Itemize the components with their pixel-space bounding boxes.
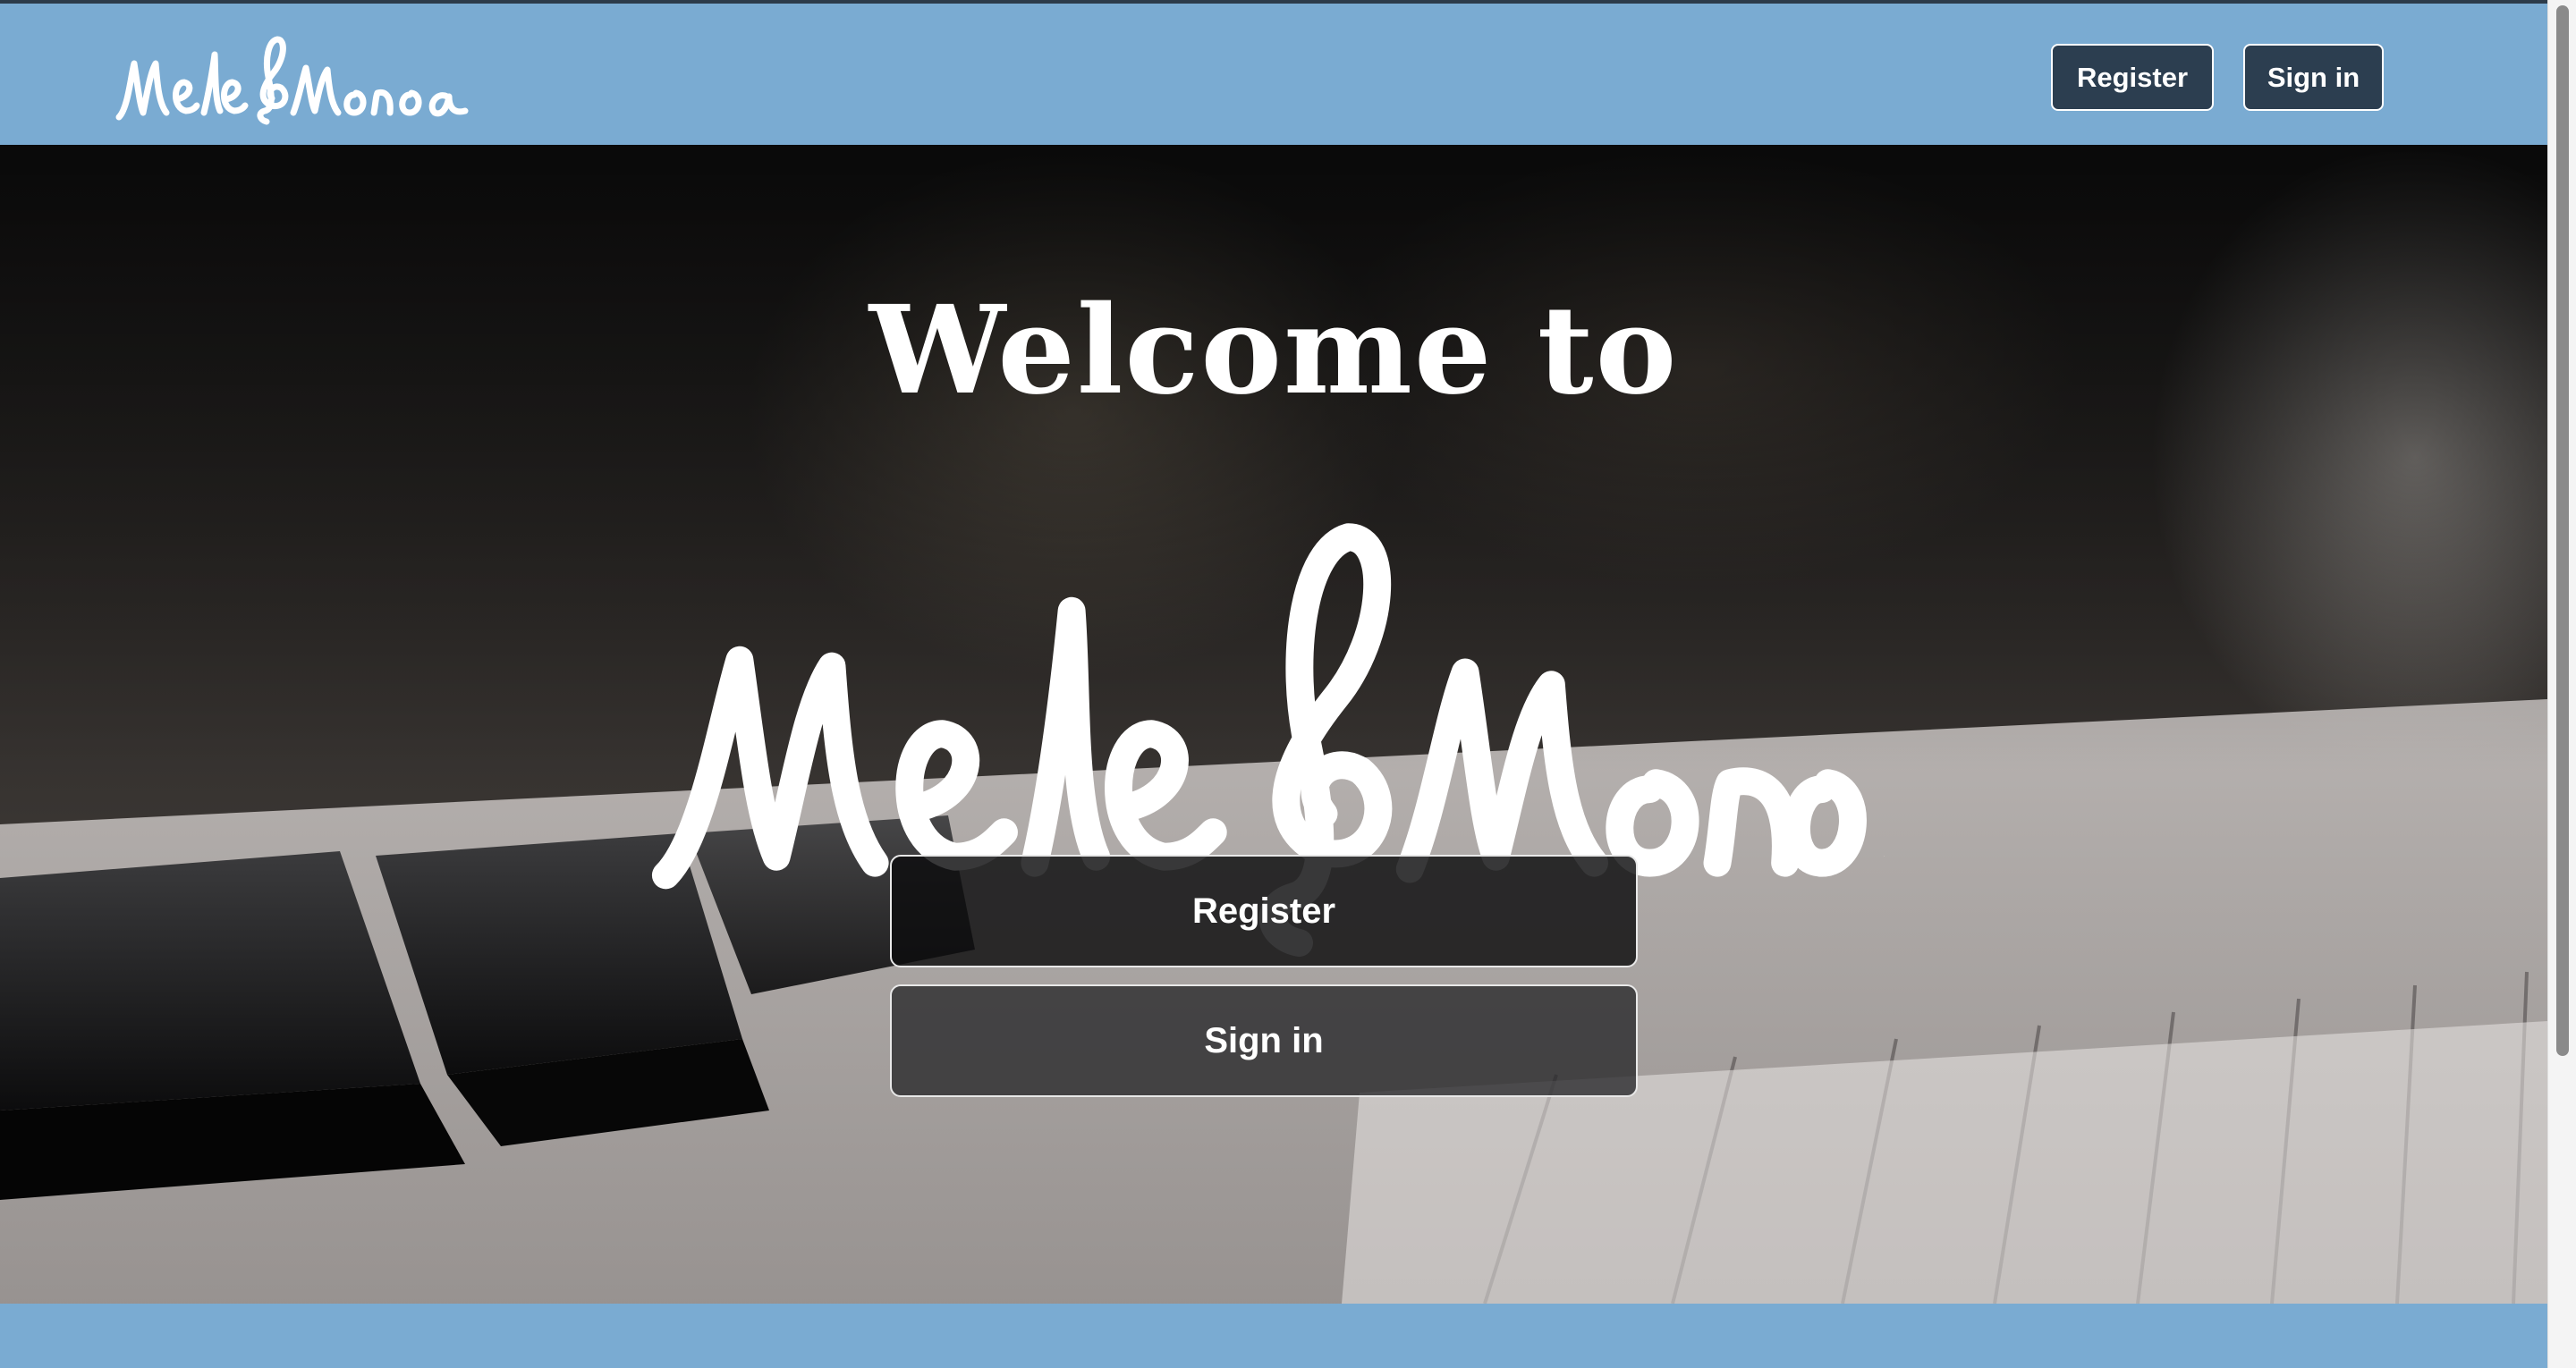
app-window: Register Sign in Welcome to . Register S… [0,0,2576,1368]
scrollbar-thumb[interactable] [2556,5,2569,1056]
hero-register-button[interactable]: Register [890,855,1638,967]
hero-section: Welcome to . Register Sign in [0,145,2547,1304]
hero-signin-button[interactable]: Sign in [890,984,1638,1097]
vertical-scrollbar[interactable] [2547,0,2576,1368]
top-navbar: Register Sign in [0,0,2547,145]
brand-logo[interactable] [114,23,472,131]
welcome-heading: Welcome to [869,279,1679,422]
nav-register-button[interactable]: Register [2051,44,2214,111]
svg-text:.: . [1884,854,1885,857]
footer-bar [0,1304,2547,1368]
nav-signin-button[interactable]: Sign in [2243,44,2384,111]
